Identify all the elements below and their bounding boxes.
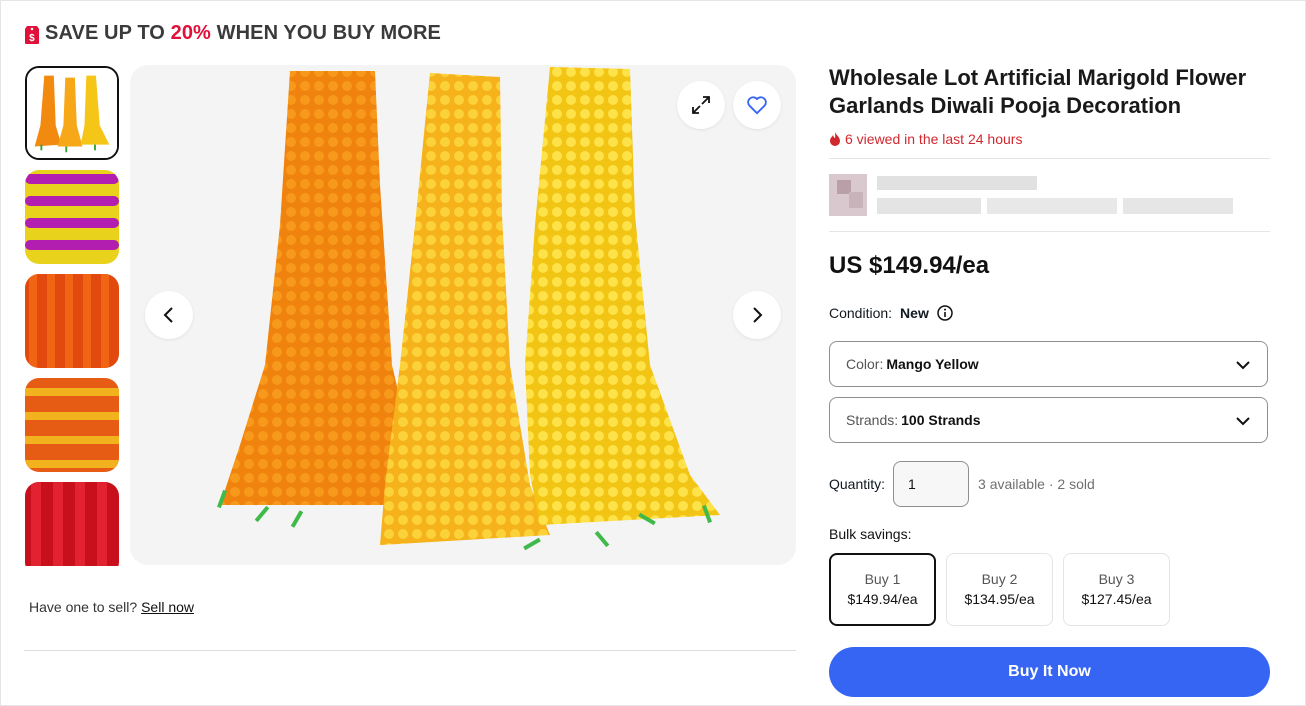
thumbnail-5[interactable]	[25, 482, 119, 566]
chevron-right-icon	[753, 307, 763, 323]
chevron-down-icon	[1236, 361, 1250, 370]
condition-value: New	[900, 305, 929, 321]
seller-info-blurred[interactable]	[829, 172, 1239, 220]
expand-icon	[692, 96, 710, 114]
viewed-badge: 6 viewed in the last 24 hours	[829, 131, 1022, 147]
bulk-option-buy-3[interactable]: Buy 3 $127.45/ea	[1063, 553, 1170, 626]
next-image-button[interactable]	[733, 291, 781, 339]
promo-suffix: WHEN YOU BUY MORE	[216, 22, 441, 44]
viewed-text: 6 viewed in the last 24 hours	[845, 131, 1023, 147]
sell-one-prompt: Have one to sell? Sell now	[29, 599, 194, 615]
thumbnail-image	[25, 274, 119, 368]
sell-now-link[interactable]: Sell now	[141, 599, 194, 615]
thumbnail-2[interactable]	[25, 170, 119, 264]
marigold-garlands-image	[217, 67, 720, 551]
main-product-image[interactable]	[130, 65, 796, 565]
promo-banner: $ SAVE UP TO 20% WHEN YOU BUY MORE	[24, 22, 441, 45]
bulk-price: $134.95/ea	[964, 591, 1035, 607]
chevron-down-icon	[1236, 417, 1250, 426]
condition: Condition: New	[829, 305, 953, 321]
thumbnail-image	[27, 68, 117, 158]
chevron-left-icon	[163, 307, 173, 323]
strands-label: Strands:	[846, 412, 899, 428]
svg-text:$: $	[29, 33, 35, 44]
thumbnail-image	[25, 170, 119, 264]
thumbnail-3[interactable]	[25, 274, 119, 368]
bulk-qty: Buy 1	[864, 571, 901, 587]
price-tag-icon: $	[25, 25, 39, 44]
promo-percent: 20%	[170, 22, 211, 44]
info-icon[interactable]	[937, 305, 953, 321]
bulk-option-buy-1[interactable]: Buy 1 $149.94/ea	[829, 553, 936, 626]
listing-title: Wholesale Lot Artificial Marigold Flower…	[829, 65, 1247, 118]
promo-prefix: SAVE UP TO	[45, 22, 165, 44]
previous-image-button[interactable]	[145, 291, 193, 339]
divider	[829, 158, 1270, 159]
bulk-option-buy-2[interactable]: Buy 2 $134.95/ea	[946, 553, 1053, 626]
thumbnail-1[interactable]	[25, 66, 119, 160]
divider	[829, 231, 1270, 232]
strands-select[interactable]: Strands: 100 Strands	[829, 397, 1268, 443]
watchlist-button[interactable]	[733, 81, 781, 129]
expand-button[interactable]	[677, 81, 725, 129]
quantity-label: Quantity:	[829, 476, 886, 492]
color-select[interactable]: Color: Mango Yellow	[829, 341, 1268, 387]
blurred-seller-image	[829, 174, 1233, 216]
quantity-input[interactable]: 1	[893, 461, 970, 507]
sell-prefix: Have one to sell?	[29, 599, 138, 615]
thumbnail-image	[25, 378, 119, 472]
color-value: Mango Yellow	[886, 356, 979, 372]
bulk-price: $127.45/ea	[1081, 591, 1152, 607]
buy-it-now-button[interactable]: Buy It Now	[829, 647, 1270, 697]
color-label: Color:	[846, 356, 884, 372]
thumbnail-strip	[25, 66, 121, 566]
flame-icon	[830, 132, 840, 146]
bulk-price: $149.94/ea	[847, 591, 918, 607]
condition-label: Condition:	[829, 305, 893, 321]
strands-value: 100 Strands	[901, 412, 981, 428]
heart-icon	[747, 96, 767, 115]
bulk-qty: Buy 3	[1098, 571, 1135, 587]
bulk-qty: Buy 2	[981, 571, 1018, 587]
divider	[24, 650, 796, 651]
quantity-row: Quantity: 1 3 available · 2 sold	[829, 461, 1095, 507]
price: US $149.94/ea	[829, 252, 990, 279]
thumbnail-4[interactable]	[25, 378, 119, 472]
availability-text: 3 available · 2 sold	[978, 476, 1095, 492]
bulk-savings-label: Bulk savings:	[829, 526, 912, 542]
thumbnail-image	[25, 482, 119, 566]
